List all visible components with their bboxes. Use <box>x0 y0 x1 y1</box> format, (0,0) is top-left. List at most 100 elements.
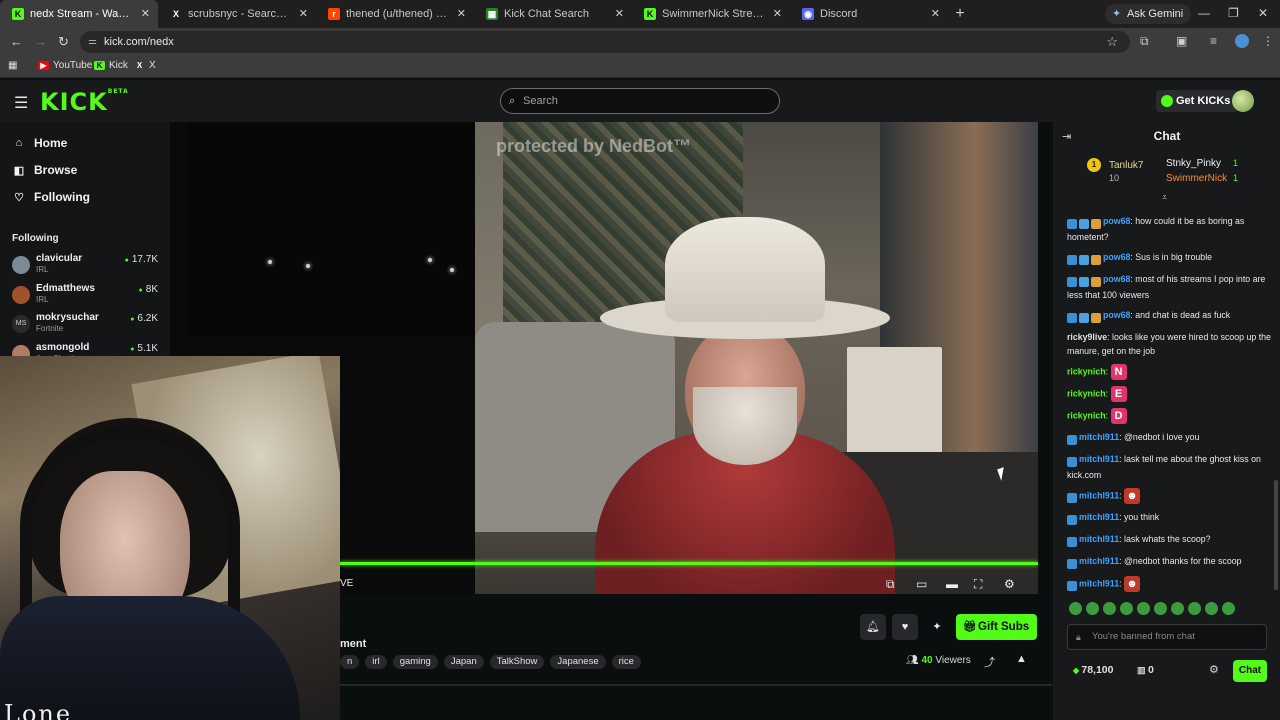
chat-username[interactable]: mitchl911 <box>1079 454 1119 464</box>
chat-username[interactable]: pow68 <box>1103 216 1130 226</box>
chat-username[interactable]: rickynich <box>1067 366 1106 376</box>
tag-chip[interactable]: Japan <box>443 655 484 669</box>
reading-list-icon[interactable]: ≡ <box>1210 34 1217 48</box>
reload-icon[interactable]: ↻ <box>58 34 69 50</box>
browser-tab[interactable]: ◉ Discord ✕ <box>790 0 948 28</box>
miniplayer-icon[interactable]: ⧉ <box>886 577 895 592</box>
chat-username[interactable]: pow68 <box>1103 274 1130 284</box>
chat-username[interactable]: mitchl911 <box>1079 512 1119 522</box>
browser-tab[interactable]: r thened (u/thened) - Reddit ✕ <box>316 0 474 28</box>
sidebar-item-browse[interactable]: ◧ Browse <box>12 163 78 177</box>
hamburger-menu-icon[interactable]: ☰ <box>14 93 28 113</box>
emote-button[interactable] <box>1137 602 1150 615</box>
tag-chip[interactable]: rice <box>611 655 641 669</box>
emote-button[interactable] <box>1222 602 1235 615</box>
emote-button[interactable] <box>1154 602 1167 615</box>
bookmark-star-icon[interactable]: ☆ <box>1106 31 1118 53</box>
close-tab-icon[interactable]: ✕ <box>141 7 150 20</box>
chat-username[interactable]: mitchl911 <box>1079 556 1119 566</box>
settings-icon[interactable]: ⚙ <box>1004 577 1015 591</box>
close-tab-icon[interactable]: ✕ <box>615 7 624 20</box>
tag-chip[interactable]: irl <box>365 655 387 669</box>
gift-subs-button[interactable]: 🎁︎ Gift Subs <box>956 614 1038 640</box>
apps-grid-icon[interactable]: ▦ <box>8 60 17 71</box>
chat-username[interactable]: mitchl911 <box>1079 490 1119 500</box>
following-channel[interactable]: EdmatthewsIRL 8K <box>12 282 162 308</box>
sidebar-item-home[interactable]: ⌂ Home <box>12 136 68 150</box>
following-channel[interactable]: clavicularIRL 17.7K <box>12 252 162 278</box>
browser-tab[interactable]: Xscrubsnyc - Search / X ✕ <box>158 0 316 28</box>
bookmark-x[interactable]: XX <box>134 60 156 71</box>
search-input[interactable]: ⌕ Search <box>500 88 780 114</box>
following-channel[interactable]: MS mokrysucharFortnite 6.2K <box>12 311 162 337</box>
browser-tab[interactable]: Knedx Stream - Watch Live on Kick ✕ <box>0 0 158 28</box>
quick-emote-row[interactable] <box>1069 602 1269 618</box>
minimize-icon[interactable]: — <box>1198 6 1210 20</box>
close-tab-icon[interactable]: ✕ <box>457 7 466 20</box>
notification-bell-button[interactable]: 🔔︎ <box>860 614 886 640</box>
site-info-icon[interactable]: ⚌ <box>88 31 97 53</box>
get-kicks-button[interactable]: Get KICKs <box>1156 90 1239 112</box>
emote-button[interactable] <box>1188 602 1201 615</box>
pinned-toggle-icon[interactable]: ⩡ <box>1162 192 1167 203</box>
follow-heart-button[interactable]: ♥ <box>892 614 918 640</box>
cast-icon[interactable]: ▣ <box>1176 34 1187 48</box>
emote-button[interactable] <box>1205 602 1218 615</box>
url-bar[interactable]: ⚌ kick.com/nedx ☆ <box>80 31 1130 53</box>
browser-profile-avatar[interactable] <box>1235 34 1249 48</box>
browser-tab[interactable]: K SwimmerNick Stream - Watch Live on Kick… <box>632 0 790 28</box>
close-tab-icon[interactable]: ✕ <box>773 7 782 20</box>
maximize-icon[interactable]: ❐ <box>1228 6 1239 20</box>
tag-chip[interactable]: TalkShow <box>489 655 545 669</box>
video-progress-bar[interactable] <box>340 562 1038 565</box>
chat-username[interactable]: mitchl911 <box>1079 534 1119 544</box>
chat-settings-icon[interactable]: ⚙ <box>1209 663 1219 676</box>
gifter-name[interactable]: SwimmerNick <box>1166 173 1227 184</box>
report-icon[interactable]: ▲ <box>1016 653 1027 665</box>
chat-username[interactable]: pow68 <box>1103 310 1130 320</box>
clip-sparkle-button[interactable]: ✦ <box>924 614 950 640</box>
ask-gemini-button[interactable]: Ask Gemini <box>1105 4 1192 24</box>
gifter-name[interactable]: Stnky_Pinky <box>1166 158 1221 169</box>
share-icon[interactable]: ⤴ <box>984 654 995 670</box>
kicks-balance[interactable]: 78,100 <box>1073 664 1113 676</box>
tag-chip[interactable]: Japanese <box>550 655 606 669</box>
sidebar-item-following[interactable]: ♡ Following <box>12 190 90 204</box>
tag-chip[interactable]: gaming <box>392 655 438 669</box>
gifter-name[interactable]: Tanluk7 <box>1109 160 1143 171</box>
close-tab-icon[interactable]: ✕ <box>931 7 940 20</box>
emote-button[interactable] <box>1171 602 1184 615</box>
bookmark-kick[interactable]: K Kick <box>94 60 128 71</box>
send-chat-button[interactable]: Chat <box>1233 660 1267 682</box>
theater-mode-icon[interactable]: ▭ <box>916 577 927 591</box>
kebab-menu-icon[interactable]: ⋮ <box>1262 34 1274 48</box>
extensions-icon[interactable]: ⧉ <box>1140 34 1149 49</box>
back-icon[interactable]: ← <box>10 34 23 49</box>
browser-tab[interactable]: ▦ Kick Chat Search ✕ <box>474 0 632 28</box>
viewers-icon: 👥︎ <box>906 655 922 666</box>
kick-logo[interactable]: KICKBETA <box>40 88 129 116</box>
emote-button[interactable] <box>1103 602 1116 615</box>
new-tab-button[interactable]: + <box>948 5 972 23</box>
chat-username[interactable]: mitchl911 <box>1079 432 1119 442</box>
chat-username[interactable]: mitchl911 <box>1079 579 1119 589</box>
wide-mode-icon[interactable]: ▬ <box>946 577 958 591</box>
chat-username[interactable]: pow68 <box>1103 252 1130 262</box>
forward-icon[interactable]: → <box>34 34 47 49</box>
close-window-icon[interactable]: ✕ <box>1258 6 1268 20</box>
chat-username[interactable]: rickynich <box>1067 410 1106 420</box>
emote-button[interactable] <box>1120 602 1133 615</box>
chat-input[interactable]: 🔒︎ You're banned from chat <box>1067 624 1267 650</box>
user-avatar[interactable] <box>1232 90 1254 112</box>
close-tab-icon[interactable]: ✕ <box>299 7 308 20</box>
emote-button[interactable] <box>1086 602 1099 615</box>
emote-button[interactable] <box>1069 602 1082 615</box>
fullscreen-icon[interactable]: ⛶ <box>974 577 982 592</box>
channel-points[interactable]: 0 <box>1137 664 1154 676</box>
chat-username[interactable]: rickynich <box>1067 388 1106 398</box>
tag-chip[interactable]: n <box>340 655 360 669</box>
chat-username[interactable]: ricky9live <box>1067 332 1107 342</box>
chat-message-list[interactable]: pow68: how could it be as boring as home… <box>1067 214 1273 594</box>
page-scrollbar[interactable] <box>1274 480 1278 590</box>
bookmark-youtube[interactable]: ▶ YouTube <box>38 60 92 71</box>
